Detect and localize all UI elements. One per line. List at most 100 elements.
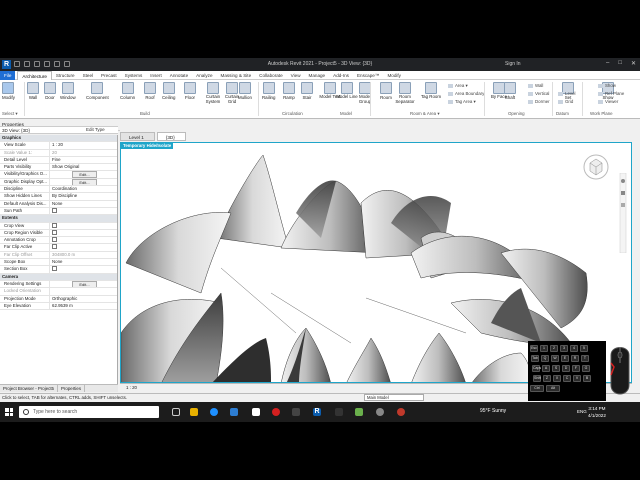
area-boundary-tool[interactable]: Area Boundary xyxy=(448,91,484,96)
maximize-icon[interactable]: □ xyxy=(618,60,622,67)
property-value[interactable] xyxy=(50,207,117,214)
ribbon-group-opening[interactable]: Opening xyxy=(508,111,525,116)
edit-button[interactable]: Edit... xyxy=(72,171,97,178)
property-checkbox[interactable] xyxy=(52,266,57,272)
dormer-tool[interactable]: Dormer xyxy=(528,99,550,104)
edit-button[interactable]: Edit... xyxy=(72,280,97,288)
tab-architecture[interactable]: Architecture xyxy=(17,70,52,80)
tab-modify[interactable]: Modify xyxy=(383,71,405,80)
language-indicator[interactable]: ENG xyxy=(577,409,587,414)
tab-enscape-[interactable]: Enscape™ xyxy=(353,71,383,80)
property-checkbox[interactable] xyxy=(52,229,57,235)
property-value[interactable]: By Discipline xyxy=(50,193,117,199)
tag-room-tool[interactable]: Tag Room xyxy=(420,82,442,100)
show-work-plane-tool[interactable]: Show xyxy=(598,83,616,88)
palette-tab[interactable]: Project Browser - Project5 xyxy=(0,385,58,392)
property-value[interactable]: None xyxy=(50,259,117,265)
ribbon-group-model[interactable]: Model xyxy=(340,111,352,116)
tab-steel[interactable]: Steel xyxy=(79,71,97,80)
tab-precast[interactable]: Precast xyxy=(97,71,121,80)
room-tool[interactable]: Room xyxy=(380,82,392,100)
grid-tool[interactable]: Grid xyxy=(558,99,573,104)
column-tool[interactable]: Column xyxy=(120,82,135,100)
property-value[interactable]: Show Original xyxy=(50,164,117,170)
property-value[interactable]: Coordination xyxy=(50,186,117,192)
properties-category[interactable]: Graphics xyxy=(0,135,117,143)
edit-type-button[interactable]: Edit Type xyxy=(86,127,105,132)
ref-plane-tool[interactable]: Ref Plane xyxy=(598,91,624,96)
store-icon[interactable] xyxy=(252,408,260,416)
floor-tool[interactable]: Floor xyxy=(184,82,196,100)
wall-tool[interactable]: Wall xyxy=(528,83,543,88)
edit-button[interactable]: Edit... xyxy=(72,178,97,186)
design-option-select[interactable]: Main Model xyxy=(364,394,424,401)
recorder-icon[interactable] xyxy=(397,408,405,416)
ribbon-group-datum[interactable]: Datum xyxy=(556,111,569,116)
level-tool[interactable]: Level xyxy=(558,91,576,96)
tab-file[interactable]: File xyxy=(0,70,16,80)
sign-in-link[interactable]: Sign In xyxy=(505,61,521,67)
navigation-bar[interactable] xyxy=(619,173,627,253)
property-value[interactable] xyxy=(50,244,117,250)
property-value[interactable]: Fine xyxy=(50,157,117,163)
property-value[interactable]: Edit... xyxy=(50,280,117,288)
property-checkbox[interactable] xyxy=(52,237,57,243)
tab-massing-site[interactable]: Massing & Site xyxy=(217,71,256,80)
media-icon[interactable] xyxy=(272,408,280,416)
close-icon[interactable]: ✕ xyxy=(631,60,636,67)
view-cube-icon[interactable] xyxy=(581,151,611,181)
tab-collaborate[interactable]: Collaborate xyxy=(255,71,287,80)
room-separator-tool[interactable]: Room Separator xyxy=(394,82,416,104)
property-value[interactable] xyxy=(50,266,117,272)
property-checkbox[interactable] xyxy=(52,207,57,213)
property-value[interactable]: 62.9539 m xyxy=(50,303,117,309)
property-value[interactable]: None xyxy=(50,201,117,207)
property-value[interactable] xyxy=(50,229,117,236)
railing-tool[interactable]: Railing xyxy=(262,82,275,100)
ribbon-group-circulation[interactable]: Circulation xyxy=(282,111,303,116)
shaft-tool[interactable]: Shaft xyxy=(504,82,516,100)
stair-tool[interactable]: Stair xyxy=(301,82,313,100)
tag-area--tool[interactable]: Tag Area ▾ xyxy=(448,99,476,105)
properties-category[interactable]: Camera xyxy=(0,273,117,281)
tab-annotate[interactable]: Annotate xyxy=(166,71,192,80)
model-group-tool[interactable]: Model Group xyxy=(354,82,376,104)
app-icon[interactable] xyxy=(335,408,343,416)
property-value[interactable]: Edit... xyxy=(50,171,117,178)
ribbon-group-build[interactable]: Build xyxy=(140,111,150,116)
properties-category[interactable]: Extents xyxy=(0,215,117,223)
taskbar-search-input[interactable]: Type here to search xyxy=(19,406,159,418)
file-explorer-icon[interactable] xyxy=(190,408,198,416)
palette-tab[interactable]: Properties xyxy=(58,385,86,392)
tab-systems[interactable]: Systems xyxy=(121,71,147,80)
property-value[interactable]: Edit... xyxy=(50,178,117,186)
ramp-tool[interactable]: Ramp xyxy=(283,82,295,100)
app-icon[interactable] xyxy=(355,408,363,416)
tab-manage[interactable]: Manage xyxy=(305,71,330,80)
app-icon[interactable] xyxy=(292,408,300,416)
vertical-tool[interactable]: Vertical xyxy=(528,91,549,96)
clock[interactable]: 3:14 PM 4/1/2022 xyxy=(588,405,606,419)
edge-icon[interactable] xyxy=(210,408,218,416)
ribbon-group-select-[interactable]: Select ▾ xyxy=(2,111,18,117)
component-tool[interactable]: Component xyxy=(86,82,109,100)
property-value[interactable]: Orthographic xyxy=(50,296,117,302)
mullion-tool[interactable]: Mullion xyxy=(238,82,252,100)
tab-view[interactable]: View xyxy=(287,71,305,80)
window-tool[interactable]: Window xyxy=(60,82,76,100)
property-value[interactable] xyxy=(50,288,117,294)
area--tool[interactable]: Area ▾ xyxy=(448,83,468,89)
ribbon-group-room-area-[interactable]: Room & Area ▾ xyxy=(410,111,440,117)
revit-taskbar-icon[interactable]: R xyxy=(313,408,321,416)
tab-insert[interactable]: Insert xyxy=(146,71,166,80)
mail-icon[interactable] xyxy=(230,408,238,416)
chrome-icon[interactable] xyxy=(376,408,384,416)
ribbon-group-work-plane[interactable]: Work Plane xyxy=(590,111,613,116)
windows-start-icon[interactable] xyxy=(5,408,13,416)
view-tab[interactable]: Level 1 xyxy=(120,132,155,141)
tab-analyze[interactable]: Analyze xyxy=(192,71,216,80)
task-view-icon[interactable] xyxy=(172,408,180,416)
wall-tool[interactable]: Wall xyxy=(27,82,39,100)
ceiling-tool[interactable]: Ceiling xyxy=(162,82,175,100)
weather-widget[interactable]: 95°F Sunny xyxy=(480,408,506,414)
